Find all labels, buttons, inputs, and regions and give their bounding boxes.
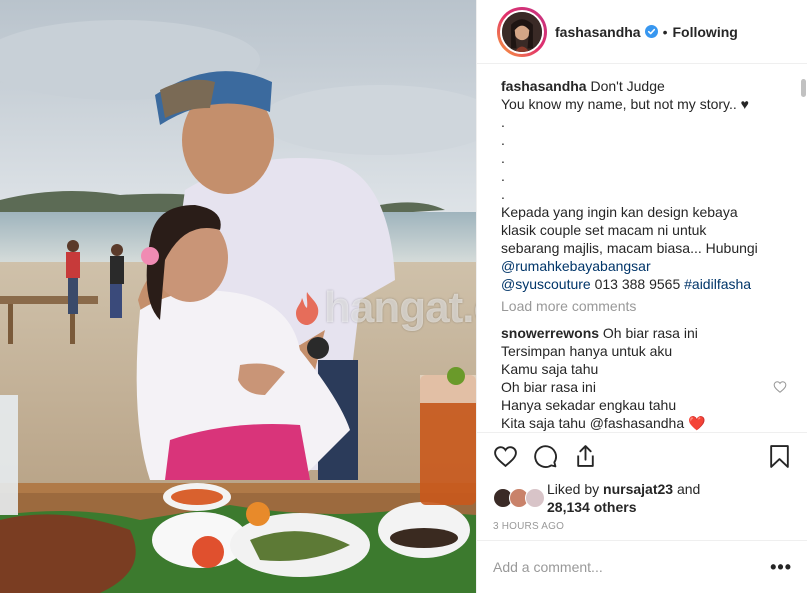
comment-bubble-icon	[534, 444, 557, 468]
comment-text: Kamu saja tahu	[501, 361, 599, 377]
share-button[interactable]	[573, 436, 613, 476]
comment-text: Hanya sekadar engkau tahu	[501, 397, 677, 413]
caption-line: @rumahkebayabangsar	[501, 257, 775, 275]
caption-line: fashasandha Don't Judge	[501, 77, 775, 95]
caption-line: @syuscouture 013 388 9565 #aidilfasha	[501, 275, 775, 293]
caption-line: .	[501, 114, 505, 130]
likes-text: Liked by nursajat23 and 28,134 others	[547, 480, 700, 516]
save-button[interactable]	[752, 436, 792, 476]
comments-scrollbar[interactable]	[799, 77, 807, 433]
add-comment-bar: •••	[477, 540, 807, 593]
liker-username[interactable]: nursajat23	[603, 481, 673, 497]
separator-dot: •	[662, 23, 668, 40]
comment-text: Oh biar rasa ini	[501, 379, 596, 395]
post-timestamp[interactable]: 3 HOURS AGO	[493, 521, 792, 532]
story-ring[interactable]	[497, 6, 547, 57]
post-sidebar: fashasandha • Following fashasandha Don'…	[476, 0, 807, 593]
share-icon	[577, 444, 594, 467]
likes-and: and	[673, 481, 701, 497]
comment-button[interactable]	[533, 436, 573, 476]
hashtag-link[interactable]: #aidilfasha	[684, 276, 751, 292]
avatar[interactable]	[500, 9, 544, 54]
load-more-comments-button[interactable]: Load more comments	[501, 298, 775, 314]
post-header: fashasandha • Following	[477, 0, 807, 64]
comment-item: snowerrewons Oh biar rasa ini Tersimpan …	[501, 324, 787, 432]
caption-line: .	[501, 132, 505, 148]
caption-line: .	[501, 186, 505, 202]
flame-icon	[296, 292, 319, 325]
likes-summary: Liked by nursajat23 and 28,134 others	[493, 479, 792, 517]
caption-line: .	[501, 168, 505, 184]
comments-list[interactable]: fashasandha Don't Judge You know my name…	[477, 77, 799, 433]
likes-prefix: Liked by	[547, 481, 604, 497]
liker-avatar[interactable]	[525, 488, 545, 508]
watermark-text: hangat.com	[324, 283, 476, 332]
caption-username[interactable]: fashasandha	[501, 78, 587, 94]
verified-badge-icon	[644, 25, 658, 38]
following-button[interactable]: Following	[673, 24, 738, 40]
comment-like-heart-icon[interactable]	[773, 380, 787, 394]
header-username[interactable]: fashasandha	[555, 24, 641, 40]
mention-link[interactable]: @rumahkebayabangsar	[501, 258, 651, 274]
comment-text: Oh biar rasa ini	[602, 325, 698, 341]
comment-username[interactable]: snowerrewons	[501, 325, 599, 341]
phone-text: 013 388 9565	[590, 276, 685, 292]
avatar-image	[502, 11, 542, 52]
comment-text: Kita saja tahu @fashasandha ❤️	[501, 415, 706, 431]
watermark: hangat.com	[292, 283, 476, 333]
caption-text: Don't Judge	[590, 78, 665, 94]
caption-line: sebarang majlis, macam biasa... Hubungi	[501, 240, 758, 256]
caption-line: Kepada yang ingin kan design kebaya	[501, 204, 738, 220]
comment-text: Tersimpan hanya untuk aku	[501, 343, 673, 359]
caption: fashasandha Don't Judge You know my name…	[501, 77, 775, 293]
scrollbar-thumb[interactable]	[801, 79, 806, 97]
heart-icon	[494, 445, 517, 467]
like-button[interactable]	[493, 436, 533, 476]
liker-avatars	[493, 488, 545, 508]
more-options-icon[interactable]: •••	[770, 558, 792, 576]
caption-line: klasik couple set macam ni untuk	[501, 222, 707, 238]
caption-line: You know my name, but not my story.. ♥	[501, 96, 749, 112]
likes-count[interactable]: 28,134 others	[547, 499, 637, 515]
mention-link[interactable]: @syuscouture	[501, 276, 591, 292]
action-bar	[493, 433, 792, 479]
post-photo[interactable]: hangat.com	[0, 0, 476, 593]
bookmark-icon	[770, 444, 789, 468]
add-comment-input[interactable]	[493, 559, 771, 575]
post-actions-section: Liked by nursajat23 and 28,134 others 3 …	[477, 432, 807, 532]
caption-line: .	[501, 150, 505, 166]
